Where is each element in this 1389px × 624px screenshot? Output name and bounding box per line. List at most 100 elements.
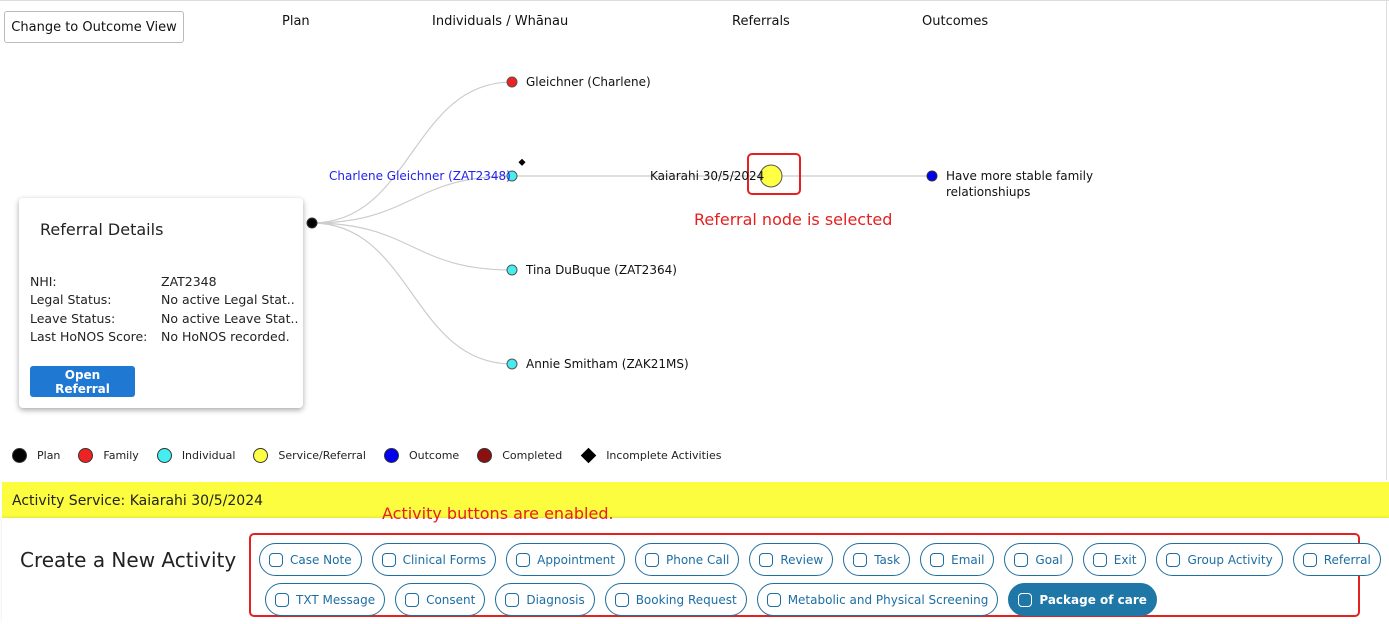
goal-button[interactable]: Goal xyxy=(1004,543,1073,576)
nhi-row: NHI: ZAT2348 xyxy=(30,274,217,289)
leave-status-row: Leave Status: No active Leave Stat.. xyxy=(30,311,298,326)
button-label: Clinical Forms xyxy=(402,552,487,567)
honos-value: No HoNOS recorded. xyxy=(161,329,290,344)
task-button[interactable]: Task xyxy=(843,543,911,576)
annotation-buttons-enabled: Activity buttons are enabled. xyxy=(382,504,614,523)
incomplete-activities-marker xyxy=(518,158,526,166)
txt-message-button[interactable]: TXT Message xyxy=(265,583,386,616)
review-button[interactable]: Review xyxy=(749,543,834,576)
button-label: Diagnosis xyxy=(526,592,585,607)
button-label: Case Note xyxy=(290,552,352,567)
group-activity-button[interactable]: Group Activity xyxy=(1156,543,1283,576)
case-note-button[interactable]: Case Note xyxy=(259,543,362,576)
clinical-forms-button[interactable]: Clinical Forms xyxy=(371,543,497,576)
referral-button[interactable]: Referral xyxy=(1292,543,1381,576)
edge-plan-individual-2 xyxy=(311,222,513,271)
referral-details-card: Referral Details NHI: ZAT2348 Legal Statu… xyxy=(19,198,303,408)
activity-service-bar: Activity Service: Kaiarahi 30/5/2024 xyxy=(2,482,1389,518)
individual-node-3[interactable] xyxy=(506,358,518,370)
individual-label-2[interactable]: Tina DuBuque (ZAT2364) xyxy=(526,263,677,277)
create-activity-title: Create a New Activity xyxy=(20,548,237,572)
legend-item: Plan xyxy=(12,448,60,463)
outcome-node[interactable] xyxy=(926,170,938,182)
outcome-label-line1[interactable]: Have more stable family xyxy=(946,169,1093,183)
annotation-referral-selected: Referral node is selected xyxy=(694,210,893,229)
family-node[interactable] xyxy=(506,76,518,88)
circle-marker-icon xyxy=(156,448,172,463)
plan-node[interactable] xyxy=(306,217,318,229)
stethoscope-icon xyxy=(505,592,520,607)
button-label: Exit xyxy=(1113,552,1137,567)
open-referral-button[interactable]: Open Referral xyxy=(30,366,135,397)
ribbon-icon xyxy=(1014,552,1029,567)
edge-plan-individual-3 xyxy=(311,222,513,365)
phone-icon xyxy=(644,552,659,567)
button-label: Appointment xyxy=(537,552,615,567)
legal-status-value: No active Legal Stat.. xyxy=(161,292,295,307)
family-label[interactable]: Gleichner (Charlene) xyxy=(526,75,651,89)
button-label: Booking Request xyxy=(635,592,737,607)
button-label: Task xyxy=(874,552,901,567)
heart-pulse-icon xyxy=(766,592,781,607)
appointment-button[interactable]: Appointment xyxy=(506,543,625,576)
honos-row: Last HoNOS Score: No HoNOS recorded. xyxy=(30,329,290,344)
legend-label: Incomplete Activities xyxy=(606,449,722,462)
button-label: Phone Call xyxy=(665,552,730,567)
clipboard-icon xyxy=(381,552,396,567)
button-label: Metabolic and Physical Screening xyxy=(787,592,989,607)
button-label: Referral xyxy=(1323,552,1371,567)
activity-service-label: Activity Service: Kaiarahi 30/5/2024 xyxy=(12,493,264,509)
legend-item: Individual xyxy=(156,448,236,463)
phone-call-button[interactable]: Phone Call xyxy=(634,543,740,576)
calendar-clock-icon xyxy=(614,592,629,607)
legend-item: Family xyxy=(78,448,139,463)
box-icon xyxy=(1018,592,1033,607)
package-of-care-button[interactable]: Package of care xyxy=(1008,583,1157,616)
booking-request-button[interactable]: Booking Request xyxy=(604,583,747,616)
circle-marker-icon xyxy=(12,448,27,463)
referral-label[interactable]: Kaiarahi 30/5/2024 xyxy=(650,169,764,183)
chat-icon xyxy=(275,592,289,607)
legend: Plan Family Individual Service/Referral Outc… xyxy=(12,447,739,464)
note-icon xyxy=(269,552,283,567)
people-group-icon xyxy=(1166,552,1181,567)
nhi-value: ZAT2348 xyxy=(161,274,217,289)
legend-item: Outcome xyxy=(383,448,460,463)
card-title: Referral Details xyxy=(40,220,164,239)
edge-plan-individual xyxy=(311,175,513,224)
exit-button[interactable]: Exit xyxy=(1082,543,1147,576)
legend-item: Incomplete Activities xyxy=(580,447,722,464)
individual-selected-label[interactable]: Charlene Gleichner (ZAT2348) xyxy=(329,169,511,183)
task-list-icon xyxy=(853,552,868,567)
activity-buttons-row-2: TXT Message Consent Diagnosis Booking Reque… xyxy=(265,583,1157,616)
button-label: Consent xyxy=(426,592,476,607)
person-add-icon xyxy=(1302,552,1317,567)
email-button[interactable]: Email xyxy=(920,543,995,576)
button-label: Group Activity xyxy=(1187,552,1273,567)
leave-status-label: Leave Status: xyxy=(30,311,116,326)
button-label: Goal xyxy=(1035,552,1063,567)
arrow-left-circle-icon xyxy=(1092,552,1107,567)
consent-button[interactable]: Consent xyxy=(395,583,486,616)
circle-marker-icon xyxy=(253,448,269,463)
diagnosis-button[interactable]: Diagnosis xyxy=(495,583,595,616)
legend-label: Service/Referral xyxy=(278,449,366,462)
circle-marker-icon xyxy=(477,448,493,463)
outcome-label-line2[interactable]: relationshiups xyxy=(946,185,1030,199)
individual-node-2[interactable] xyxy=(506,264,518,276)
circle-marker-icon xyxy=(383,448,399,463)
nhi-label: NHI: xyxy=(30,274,57,289)
mail-icon xyxy=(930,552,945,567)
legend-label: Outcome xyxy=(408,449,460,462)
calendar-clock-icon xyxy=(516,552,531,567)
button-label: Email xyxy=(951,552,985,567)
legend-item: Completed xyxy=(477,448,562,463)
metabolic-and-physical-screening-button[interactable]: Metabolic and Physical Screening xyxy=(756,583,999,616)
button-label: Review xyxy=(780,552,824,567)
legend-item: Service/Referral xyxy=(253,448,366,463)
edge-plan-family xyxy=(311,81,513,224)
individual-label-3[interactable]: Annie Smitham (ZAK21MS) xyxy=(526,357,689,371)
honos-label: Last HoNOS Score: xyxy=(30,329,148,344)
legend-label: Individual xyxy=(181,449,236,462)
circle-marker-icon xyxy=(78,448,94,463)
